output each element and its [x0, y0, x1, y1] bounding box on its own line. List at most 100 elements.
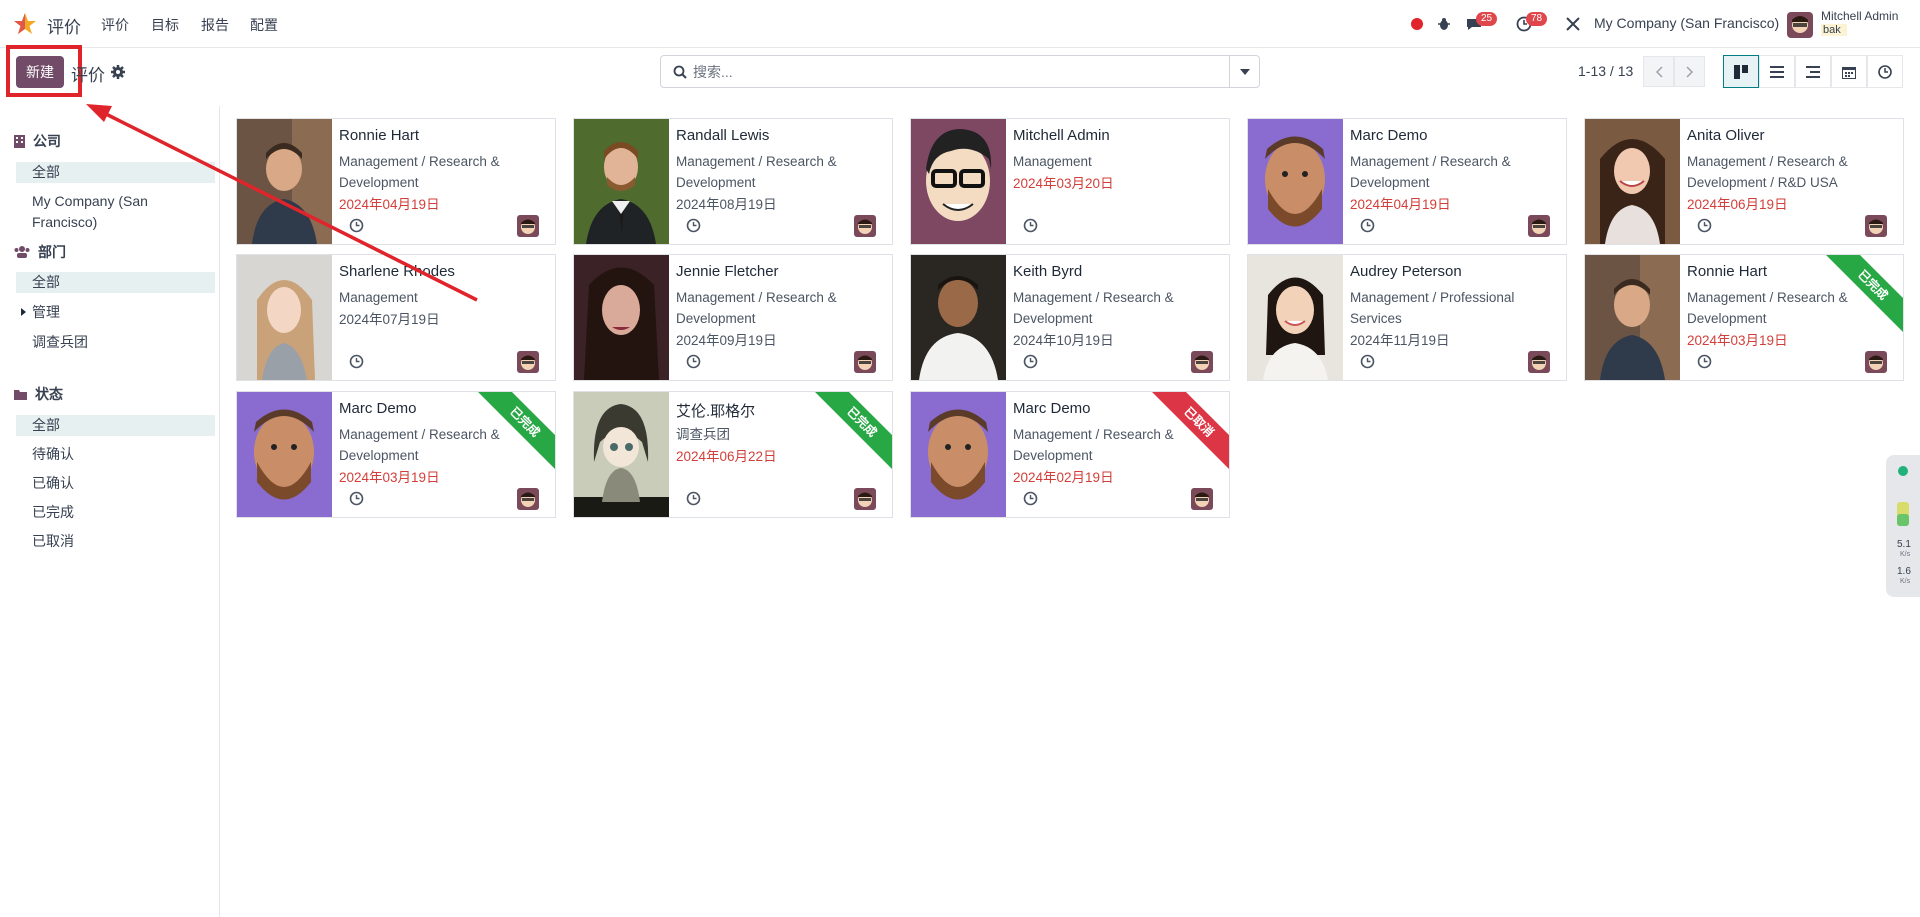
- appraisal-card[interactable]: Ronnie Hart Management / Research & Deve…: [1584, 254, 1904, 381]
- department-filter-all[interactable]: 全部: [16, 272, 215, 293]
- appraisal-card[interactable]: Audrey Peterson Management / Professiona…: [1247, 254, 1567, 381]
- manager-avatar[interactable]: [1865, 215, 1887, 237]
- employee-department: Management / Research & Development / R&…: [1687, 154, 1848, 190]
- company-filter-title: 公司: [14, 131, 61, 151]
- appraisal-card[interactable]: 艾伦.耶格尔 调查兵团 2024年06月22日 已完成: [573, 391, 893, 518]
- status-filter-cancelled[interactable]: 已取消: [16, 531, 215, 552]
- view-activity-clock[interactable]: [1867, 55, 1903, 88]
- caret-down-icon: [1239, 68, 1250, 75]
- view-kanban[interactable]: [1723, 55, 1759, 88]
- upload-speed: 5.1: [1897, 539, 1911, 550]
- messages-button[interactable]: 25: [1466, 0, 1498, 48]
- appraisal-card[interactable]: Marc Demo Management / Research & Develo…: [236, 391, 556, 518]
- activity-clock-icon[interactable]: [1023, 491, 1038, 506]
- menu-goals[interactable]: 目标: [151, 15, 179, 35]
- activity-clock-icon[interactable]: [349, 218, 364, 233]
- view-activity[interactable]: [1795, 55, 1831, 88]
- manager-avatar[interactable]: [517, 215, 539, 237]
- activity-clock-icon[interactable]: [1360, 218, 1375, 233]
- company-filter-all[interactable]: 全部: [16, 162, 215, 183]
- employee-name: Keith Byrd: [1013, 263, 1083, 280]
- department-filter-management[interactable]: 管理: [16, 302, 215, 323]
- tasks-icon: [1806, 65, 1820, 78]
- activity-clock-icon[interactable]: [1697, 218, 1712, 233]
- record-status-icon[interactable]: [1411, 0, 1423, 48]
- appraisal-card[interactable]: Jennie Fletcher Management / Research & …: [573, 254, 893, 381]
- activity-clock-icon[interactable]: [686, 218, 701, 233]
- chevron-right-icon: [1685, 65, 1693, 78]
- manager-avatar[interactable]: [1528, 215, 1550, 237]
- pager-previous[interactable]: [1643, 56, 1674, 87]
- status-filter-all[interactable]: 全部: [16, 415, 215, 436]
- appraisal-card[interactable]: Marc Demo Management / Research & Develo…: [1247, 118, 1567, 245]
- manager-avatar[interactable]: [1528, 351, 1550, 373]
- manager-avatar[interactable]: [1191, 351, 1213, 373]
- chevron-left-icon: [1655, 65, 1663, 78]
- manager-avatar[interactable]: [517, 351, 539, 373]
- search-options-toggle[interactable]: [1229, 56, 1259, 87]
- gear-icon[interactable]: [111, 65, 125, 79]
- menu-appraisals[interactable]: 评价: [101, 15, 129, 35]
- appraisal-card[interactable]: Sharlene Rhodes Management 2024年07月19日: [236, 254, 556, 381]
- employee-photo: [574, 255, 669, 380]
- activity-clock-icon[interactable]: [686, 354, 701, 369]
- appraisal-card[interactable]: Mitchell Admin Management 2024年03月20日: [910, 118, 1230, 245]
- activity-clock-icon[interactable]: [1360, 354, 1375, 369]
- activity-clock-icon[interactable]: [1023, 354, 1038, 369]
- menu-configuration[interactable]: 配置: [250, 15, 278, 35]
- manager-avatar[interactable]: [854, 488, 876, 510]
- employee-department: Management / Professional Services: [1350, 290, 1515, 326]
- activity-clock-icon[interactable]: [349, 354, 364, 369]
- status-filter-done[interactable]: 已完成: [16, 502, 215, 523]
- user-avatar[interactable]: [1787, 12, 1813, 38]
- manager-avatar[interactable]: [1865, 351, 1887, 373]
- pager-next[interactable]: [1674, 56, 1705, 87]
- appraisal-card[interactable]: Anita Oliver Management / Research & Dev…: [1584, 118, 1904, 245]
- manager-avatar[interactable]: [854, 215, 876, 237]
- activity-clock-icon[interactable]: [1697, 354, 1712, 369]
- user-name[interactable]: Mitchell Admin: [1821, 9, 1898, 23]
- department-filter-survey-corps[interactable]: 调查兵团: [16, 332, 215, 353]
- debug-bug-icon[interactable]: [1437, 0, 1451, 48]
- download-speed: 1.6: [1897, 566, 1911, 577]
- status-filter-title: 状态: [14, 384, 63, 404]
- search-panel: 公司 全部 My Company (San Francisco) 部门 全部 管…: [0, 106, 220, 917]
- appraisal-date: 2024年11月19日: [1350, 333, 1450, 348]
- employee-name: Sharlene Rhodes: [339, 263, 455, 280]
- manager-avatar[interactable]: [854, 351, 876, 373]
- search-icon: [673, 65, 687, 79]
- activity-clock-icon[interactable]: [1023, 218, 1038, 233]
- company-filter-my-company[interactable]: My Company (San Francisco): [16, 191, 215, 230]
- activities-button[interactable]: 78: [1516, 0, 1548, 48]
- employee-department: Management / Research & Development: [1687, 290, 1848, 326]
- status-filter-to-confirm[interactable]: 待确认: [16, 444, 215, 465]
- app-name[interactable]: 评价: [47, 13, 81, 38]
- activity-clock-icon[interactable]: [686, 491, 701, 506]
- app-star-logo-icon[interactable]: [12, 12, 38, 36]
- search-bar[interactable]: [660, 55, 1260, 88]
- company-switcher[interactable]: My Company (San Francisco): [1594, 15, 1779, 31]
- search-input[interactable]: [693, 62, 1213, 82]
- appraisal-card[interactable]: Ronnie Hart Management / Research & Deve…: [236, 118, 556, 245]
- activity-clock-icon[interactable]: [349, 491, 364, 506]
- pager-value[interactable]: 1-13 / 13: [1578, 63, 1633, 79]
- employee-name: Randall Lewis: [676, 127, 770, 144]
- status-filter-label: 状态: [35, 386, 63, 402]
- appraisal-date: 2024年04月19日: [339, 197, 440, 212]
- menu-reports[interactable]: 报告: [201, 15, 229, 35]
- employee-photo: [237, 119, 332, 244]
- employee-department: Management / Research & Development: [676, 290, 837, 326]
- manager-avatar[interactable]: [517, 488, 539, 510]
- view-list[interactable]: [1759, 55, 1795, 88]
- appraisal-card[interactable]: Randall Lewis Management / Research & De…: [573, 118, 893, 245]
- employee-photo: [1585, 255, 1680, 380]
- appraisal-card[interactable]: Marc Demo Management / Research & Develo…: [910, 391, 1230, 518]
- appraisal-card[interactable]: Keith Byrd Management / Research & Devel…: [910, 254, 1230, 381]
- network-speed-widget[interactable]: 5.1 K/s 1.6 K/s: [1886, 455, 1920, 597]
- appraisal-date: 2024年04月19日: [1350, 197, 1451, 212]
- manager-avatar[interactable]: [1191, 488, 1213, 510]
- employee-photo: [1248, 119, 1343, 244]
- tools-icon[interactable]: [1565, 0, 1581, 48]
- status-filter-confirmed[interactable]: 已确认: [16, 473, 215, 494]
- view-calendar[interactable]: [1831, 55, 1867, 88]
